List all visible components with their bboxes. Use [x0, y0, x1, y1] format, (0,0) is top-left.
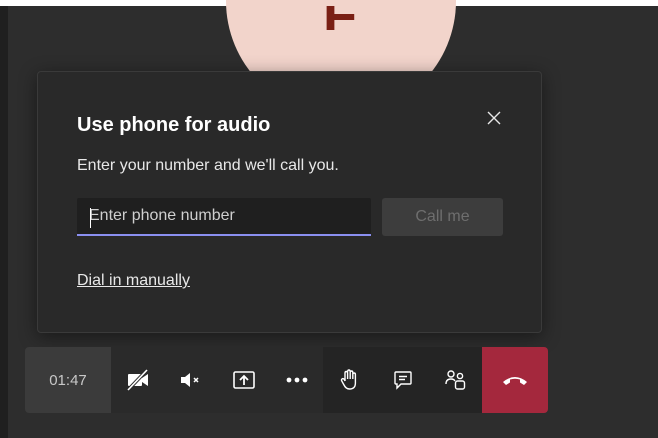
speaker-mute-button[interactable]	[164, 347, 217, 413]
media-controls	[111, 347, 323, 413]
more-options-button[interactable]	[270, 347, 323, 413]
dialog-subtitle: Enter your number and we'll call you.	[77, 157, 339, 174]
dialog-title: Use phone for audio	[77, 114, 271, 136]
phone-audio-dialog: Use phone for audio Enter your number an…	[37, 71, 542, 333]
phone-number-input[interactable]	[77, 198, 371, 236]
raise-hand-icon	[339, 368, 361, 392]
camera-off-icon	[125, 369, 151, 391]
close-icon	[487, 111, 501, 125]
share-screen-button[interactable]	[217, 347, 270, 413]
meeting-controls	[323, 347, 482, 413]
chat-button[interactable]	[376, 347, 429, 413]
chat-icon	[392, 369, 414, 391]
participants-button[interactable]	[429, 347, 482, 413]
participants-icon	[444, 368, 468, 392]
more-icon	[285, 376, 309, 384]
close-button[interactable]	[482, 106, 506, 130]
call-toolbar: 01:47	[25, 347, 637, 413]
call-timer: 01:47	[25, 347, 111, 413]
speaker-mute-icon	[179, 370, 203, 390]
call-me-button[interactable]: Call me	[382, 198, 503, 236]
dial-in-manually-link[interactable]: Dial in manually	[77, 272, 190, 290]
avatar-initial: E	[226, 6, 456, 30]
camera-toggle-button[interactable]	[111, 347, 164, 413]
hang-up-button[interactable]	[482, 347, 548, 413]
share-screen-icon	[232, 369, 256, 391]
raise-hand-button[interactable]	[323, 347, 376, 413]
text-caret	[90, 208, 91, 228]
hang-up-icon	[501, 373, 529, 387]
